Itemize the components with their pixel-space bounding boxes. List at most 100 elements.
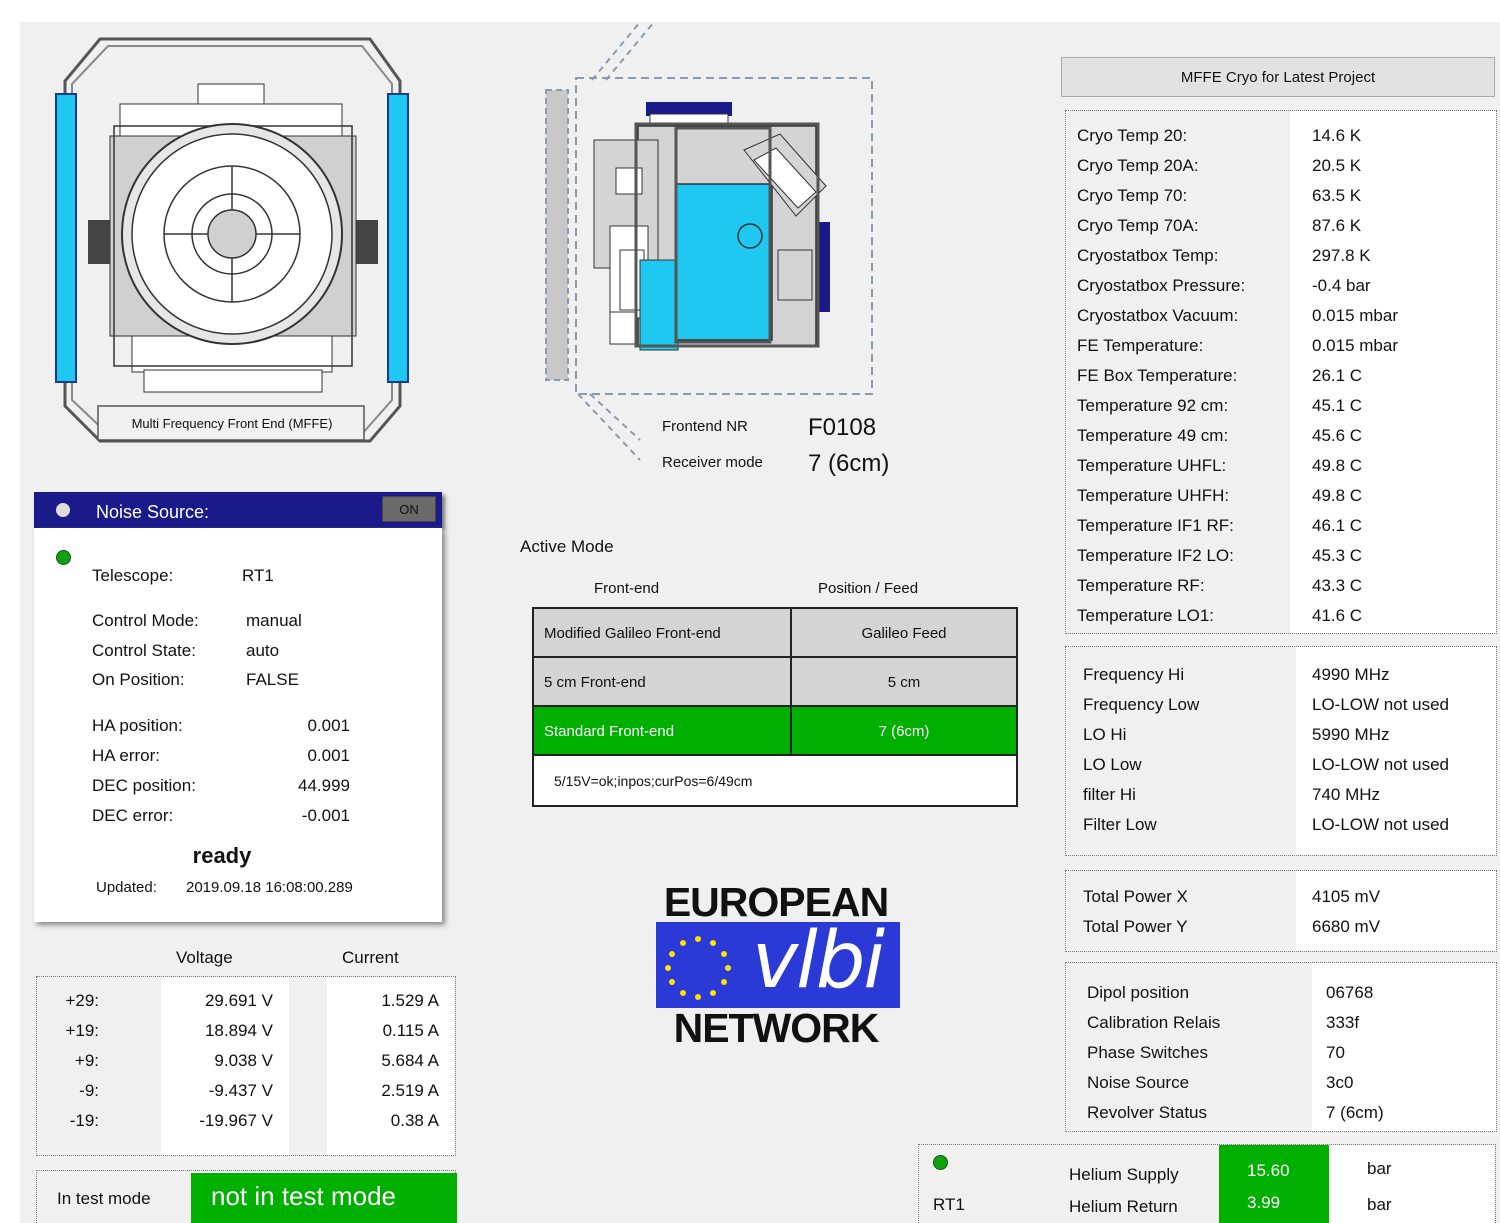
helium-return-unit: bar [1367, 1195, 1392, 1214]
voltage-header: Voltage [176, 948, 233, 967]
frequency-row-label: LO Hi [1083, 725, 1127, 744]
power-row-current: 0.38 A [390, 1111, 439, 1130]
cryo-row-value: 0.015 mbar [1312, 336, 1398, 355]
total-power-row-value: 4105 mV [1312, 887, 1381, 906]
cryo-row-label: FE Temperature: [1077, 336, 1204, 355]
mffe-side-view-drawing [545, 21, 873, 461]
power-row-label: +9: [74, 1051, 99, 1070]
mffe-label: Multi Frequency Front End (MFFE) [131, 415, 333, 431]
cryo-row-value: 63.5 K [1312, 186, 1362, 205]
power-row-voltage: 18.894 V [204, 1021, 273, 1040]
cryo-row-label: Temperature LO1: [1077, 606, 1215, 625]
power-row-label: +29: [65, 991, 99, 1010]
frequency-row-value: LO-LOW not used [1312, 815, 1450, 834]
dec-position-value: 44.999 [298, 776, 350, 795]
right-cyan-bar [387, 93, 409, 383]
frequency-row-value: 4990 MHz [1312, 665, 1390, 684]
active-mode-col-position: Position / Feed [818, 580, 919, 597]
cryo-row-value: 49.8 C [1312, 456, 1363, 475]
active-mode-col-frontend: Front-end [594, 580, 660, 597]
power-row-voltage: -19.967 V [199, 1111, 273, 1130]
noise-source-body: Telescope: RT1 Control Mode: manual Cont… [34, 528, 442, 922]
frequency-row-value: 5990 MHz [1312, 725, 1390, 744]
power-row-label: +19: [65, 1021, 99, 1040]
noise-source-on-toggle[interactable]: ON [382, 496, 436, 522]
cryo-row-label: Temperature 49 cm: [1077, 426, 1229, 445]
active-mode-title: Active Mode [520, 537, 614, 556]
active-mode-frontend-cell: Modified Galileo Front-end [534, 609, 792, 656]
helium-return-label: Helium Return [1069, 1197, 1178, 1216]
active-mode-row[interactable]: Standard Front-end 7 (6cm) [534, 707, 1016, 756]
helium-panel: RT1 Helium Supply Helium Return 15.60 3.… [918, 1144, 1496, 1223]
dec-position-label: DEC position: [92, 776, 196, 795]
active-mode-position-cell: 5 cm [887, 674, 921, 691]
noise-source-indicator-icon [56, 503, 70, 517]
frequency-row-label: filter Hi [1083, 785, 1136, 804]
noise-source-header: Noise Source: ON [34, 492, 442, 528]
cryo-row-value: 14.6 K [1312, 126, 1362, 145]
telescope-value: RT1 [242, 566, 274, 585]
control-mode-value: manual [246, 611, 302, 630]
cryo-row-value: 87.6 K [1312, 216, 1362, 235]
power-table: +29: 29.691 V 1.529 A +19: 18.894 V 0.115 A +9… [36, 976, 456, 1156]
dipol-row-value: 3c0 [1326, 1073, 1354, 1092]
cryo-row-label: Cryostatbox Vacuum: [1077, 306, 1239, 325]
cryo-row-label: Temperature IF1 RF: [1077, 516, 1234, 535]
frequency-row-label: Frequency Low [1083, 695, 1200, 714]
cryo-row-label: Temperature UHFL: [1077, 456, 1227, 475]
helium-supply-value: 15.60 [1247, 1161, 1290, 1180]
active-mode-position-cell: 7 (6cm) [878, 723, 930, 740]
telescope-label: Telescope: [92, 566, 174, 585]
power-row-label: -19: [69, 1111, 99, 1130]
total-power-table: Total Power X 4105 mV Total Power Y 6680 mV [1065, 870, 1497, 952]
cryo-row-value: 41.6 C [1312, 606, 1363, 625]
dipol-row-value: 333f [1326, 1013, 1360, 1032]
cryo-row-label: Temperature IF2 LO: [1077, 546, 1234, 565]
active-mode-position-cell: Galileo Feed [861, 625, 947, 642]
cryo-row-value: -0.4 bar [1312, 276, 1371, 295]
cryo-row-label: FE Box Temperature: [1077, 366, 1238, 385]
frequency-table: Frequency Hi 4990 MHz Frequency Low LO-LOW … [1065, 646, 1497, 856]
cryo-row-label: Cryo Temp 70A: [1077, 216, 1199, 235]
total-power-row-label: Total Power X [1083, 887, 1188, 906]
total-power-row-value: 6680 mV [1312, 917, 1381, 936]
power-row-voltage: -9.437 V [208, 1081, 273, 1100]
frequency-row-label: LO Low [1083, 755, 1142, 774]
cryo-row-label: Cryo Temp 70: [1077, 186, 1188, 205]
frequency-row-value: LO-LOW not used [1312, 755, 1450, 774]
helium-supply-label: Helium Supply [1069, 1165, 1179, 1184]
power-row-current: 0.115 A [382, 1021, 439, 1040]
noise-source-title: Noise Source: [96, 502, 210, 522]
test-mode-label: In test mode [57, 1189, 151, 1208]
dipol-row-label: Phase Switches [1087, 1043, 1208, 1062]
telescope-status-icon [56, 550, 71, 565]
on-position-value: FALSE [246, 670, 299, 689]
test-mode-value: not in test mode [191, 1173, 457, 1223]
dec-error-value: -0.001 [301, 806, 350, 825]
cryo-row-label: Cryo Temp 20: [1077, 126, 1188, 145]
cryo-row-value: 45.3 C [1312, 546, 1363, 565]
cryo-row-value: 45.1 C [1312, 396, 1363, 415]
receiver-mode-label: Receiver mode [662, 454, 763, 471]
dipol-row-label: Revolver Status [1087, 1103, 1207, 1122]
left-cyan-bar [55, 93, 77, 383]
cryo-row-label: Cryostatbox Pressure: [1077, 276, 1246, 295]
helium-status-icon [933, 1155, 948, 1170]
active-mode-row[interactable]: 5 cm Front-end 5 cm [534, 658, 1016, 707]
dipol-row-label: Noise Source [1087, 1073, 1190, 1092]
power-row-current: 5.684 A [381, 1051, 439, 1070]
active-mode-table: Modified Galileo Front-end Galileo Feed 5 … [532, 607, 1018, 807]
cryo-row-value: 20.5 K [1312, 156, 1362, 175]
ha-error-label: HA error: [92, 746, 161, 765]
control-state-label: Control State: [92, 641, 196, 660]
active-mode-row[interactable]: Modified Galileo Front-end Galileo Feed [534, 609, 1016, 658]
total-power-row-label: Total Power Y [1083, 917, 1188, 936]
control-mode-label: Control Mode: [92, 611, 199, 630]
active-mode-frontend-cell: Standard Front-end [534, 707, 792, 754]
logo-bottom-text: NETWORK [673, 1005, 880, 1051]
helium-telescope: RT1 [933, 1195, 965, 1214]
helium-supply-unit: bar [1367, 1159, 1392, 1178]
dipol-row-value: 7 (6cm) [1326, 1103, 1384, 1122]
updated-label: Updated: [96, 879, 157, 896]
cryo-row-value: 43.3 C [1312, 576, 1363, 595]
